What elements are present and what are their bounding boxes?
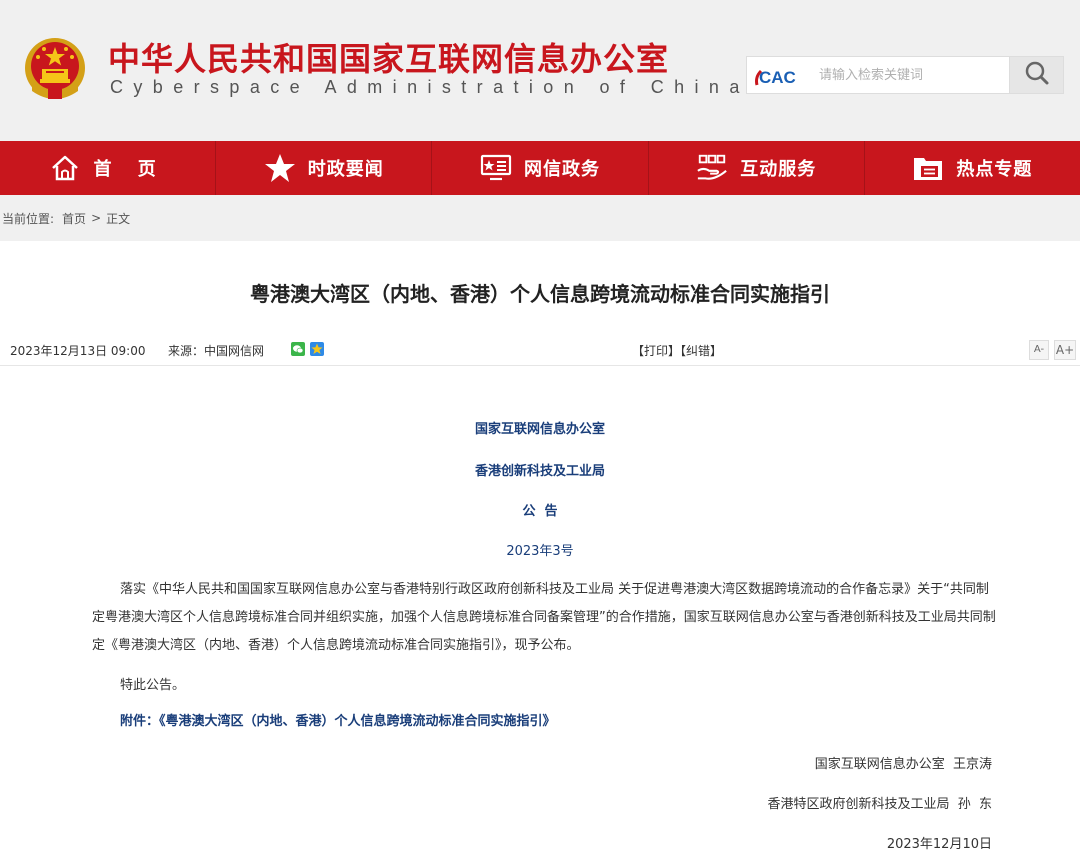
breadcrumb: 当前位置: 首页 > 正文 — [0, 195, 1080, 241]
search-box: CAC — [746, 56, 1064, 94]
issuer-line-1: 国家互联网信息办公室 — [474, 422, 605, 437]
handshake-service-icon — [696, 153, 728, 183]
font-decrease-button[interactable]: A- — [1029, 340, 1049, 360]
article-meta-bar: 2023年12月13日 09:00 来源：中国网信网 【打印】【纠错】 A- A… — [0, 336, 1080, 366]
nav-item-topics[interactable]: 热点专题 — [865, 141, 1080, 195]
signature-line-1: 国家互联网信息办公室 王京涛 — [814, 757, 992, 772]
breadcrumb-current: 正文 — [106, 211, 131, 226]
search-input[interactable] — [819, 63, 1007, 87]
nav-item-news[interactable]: 时政要闻 — [216, 141, 433, 195]
site-header: 中华人民共和国国家互联网信息办公室 Cyberspace Administrat… — [0, 0, 1080, 141]
nav-label-news: 时政要闻 — [307, 159, 384, 180]
article-tools: 【打印】【纠错】 — [632, 342, 722, 359]
article-title: 粤港澳大湾区（内地、香港）个人信息跨境流动标准合同实施指引 — [250, 282, 830, 306]
issuer-line-2: 香港创新科技及工业局 — [474, 464, 605, 479]
nav-item-home[interactable]: 首 页 — [0, 141, 217, 195]
signature-line-2: 香港特区政府创新科技及工业局 孙 东 — [767, 797, 992, 812]
nav-label-interaction: 互动服务 — [740, 159, 817, 180]
breadcrumb-home-link[interactable]: 首页 — [62, 210, 86, 227]
nav-label-affairs: 网信政务 — [524, 159, 600, 180]
closing-line: 特此公告。 — [120, 678, 186, 693]
nav-label-topics: 热点专题 — [956, 159, 1033, 180]
source-value: 中国网信网 — [204, 344, 265, 358]
print-link[interactable]: 【打印】 — [632, 344, 680, 358]
correct-link[interactable]: 【纠错】 — [680, 344, 722, 358]
government-screen-icon — [480, 153, 512, 183]
national-emblem-icon[interactable] — [18, 33, 92, 107]
home-icon — [49, 153, 81, 183]
nav-item-interaction[interactable]: 互动服务 — [649, 141, 865, 195]
topic-folder-icon — [912, 153, 944, 183]
star-icon — [264, 153, 296, 183]
breadcrumb-prefix: 当前位置: — [2, 211, 55, 226]
wechat-icon[interactable] — [291, 342, 305, 356]
font-increase-button[interactable]: A+ — [1054, 340, 1076, 360]
document-type: 公 告 — [522, 504, 558, 519]
article-source: 来源：中国网信网 — [168, 342, 264, 359]
source-label: 来源： — [168, 344, 205, 358]
publish-date: 2023年12月13日 09:00 — [10, 344, 146, 358]
site-title[interactable]: 中华人民共和国国家互联网信息办公室 — [108, 34, 669, 80]
main-nav: 首 页 时政要闻 网信政务 互动服务 热点专题 — [0, 141, 1080, 195]
breadcrumb-separator: > — [91, 211, 102, 225]
search-icon — [1024, 60, 1050, 90]
cac-logo[interactable]: CAC — [753, 63, 813, 89]
cac-logo-text: CAC — [759, 68, 796, 87]
site-subtitle: Cyberspace Administration of China — [110, 77, 750, 97]
qzone-icon[interactable] — [310, 342, 324, 356]
nav-label-home: 首 页 — [93, 159, 166, 180]
document-number: 2023年3号 — [506, 544, 574, 559]
attachment-link[interactable]: 附件：《粤港澳大湾区（内地、香港）个人信息跨境流动标准合同实施指引》 — [120, 710, 556, 729]
nav-item-affairs[interactable]: 网信政务 — [432, 141, 649, 195]
announcement-paragraph: 落实《中华人民共和国国家互联网信息办公室与香港特别行政区政府创新科技及工业局 关… — [92, 582, 996, 653]
signature-date: 2023年12月10日 — [886, 837, 992, 852]
search-button[interactable] — [1009, 57, 1063, 93]
